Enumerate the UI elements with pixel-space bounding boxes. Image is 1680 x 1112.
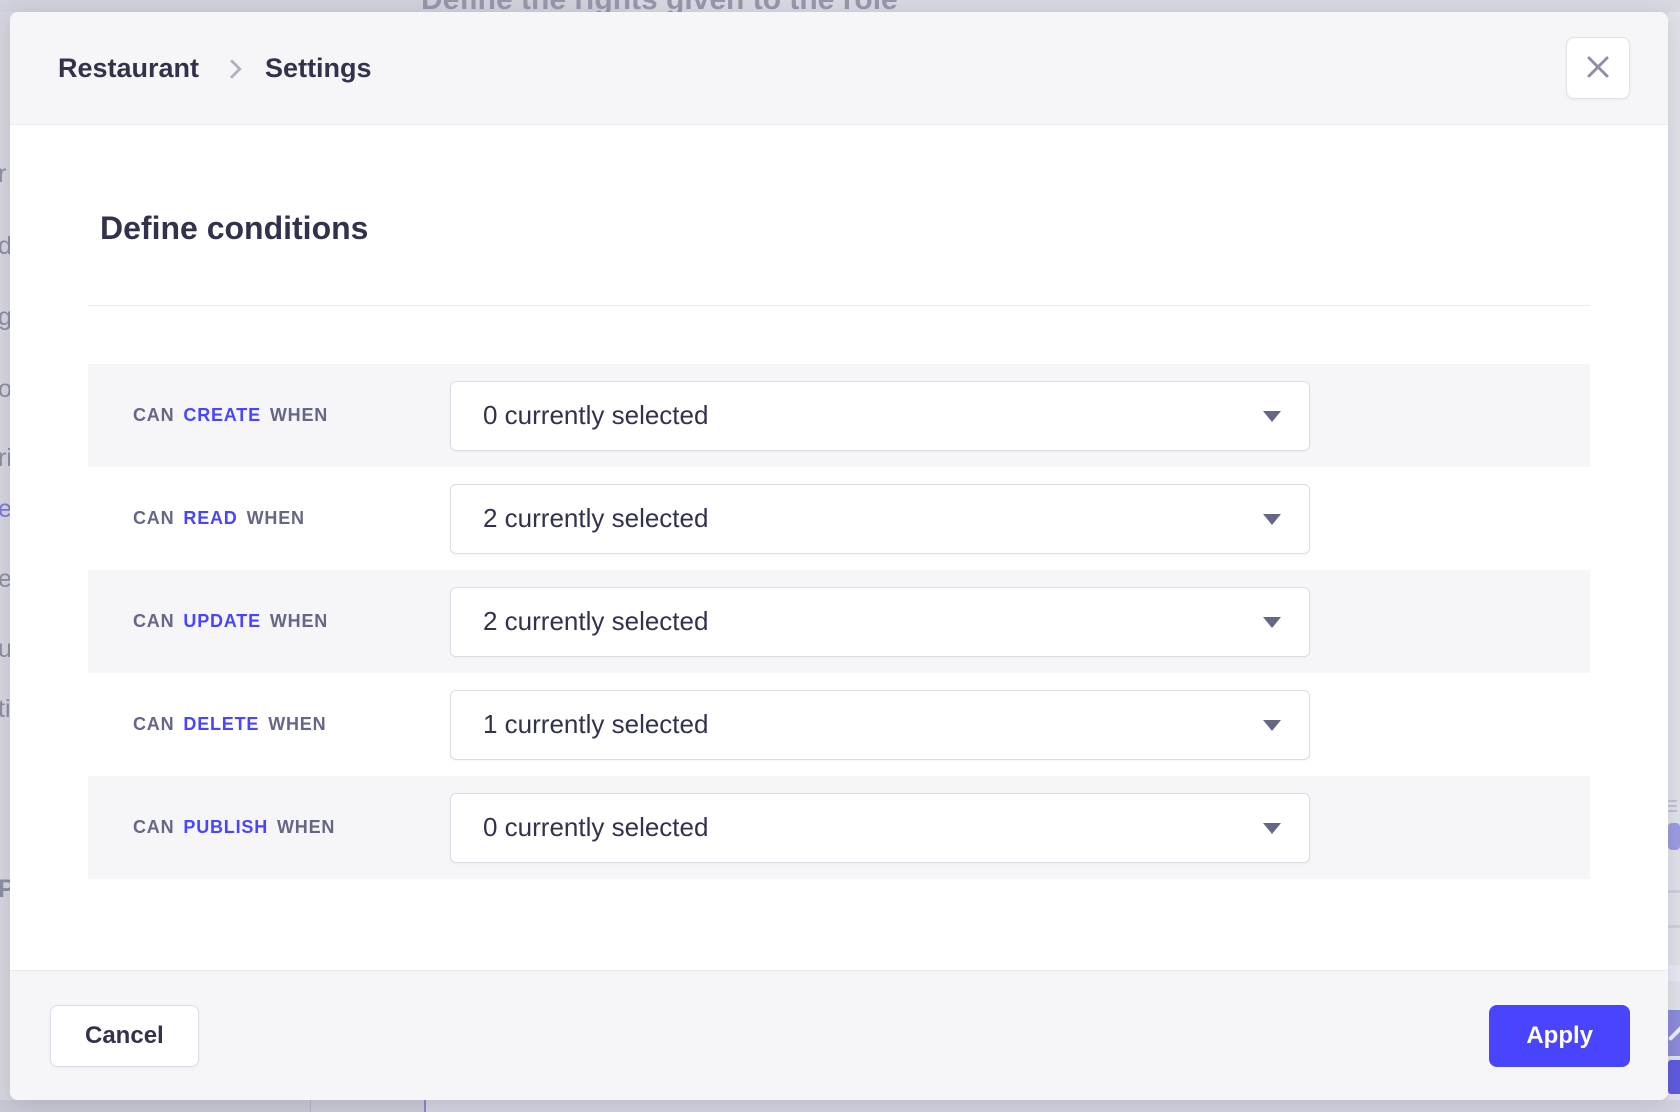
apply-button[interactable]: Apply	[1489, 1005, 1630, 1067]
background-text-fragment: o	[0, 375, 10, 404]
breadcrumb-current: Settings	[265, 53, 372, 84]
condition-row-create: CAN CREATE WHEN 0 currently selected	[88, 364, 1590, 467]
cancel-button[interactable]: Cancel	[50, 1005, 199, 1067]
chevron-down-icon	[1263, 720, 1281, 731]
background-text-fragment: g	[0, 303, 10, 332]
background-text-fragment: e	[0, 495, 10, 524]
chevron-down-icon	[1263, 514, 1281, 525]
dialog-title: Define conditions	[100, 210, 1590, 247]
condition-label: CAN CREATE WHEN	[88, 405, 450, 426]
condition-label: CAN PUBLISH WHEN	[88, 817, 450, 838]
chevron-down-icon	[1263, 617, 1281, 628]
background-text-fragment: ri	[0, 444, 10, 473]
background-text-fragment: P	[0, 875, 10, 904]
modal-body: Define conditions CAN CREATE WHEN 0 curr…	[10, 125, 1668, 970]
background-right-sliver	[1668, 12, 1680, 1100]
modal-footer: Cancel Apply	[10, 970, 1668, 1100]
background-divider-fragment	[1668, 925, 1680, 928]
title-divider	[88, 305, 1590, 306]
condition-row-read: CAN READ WHEN 2 currently selected	[88, 467, 1590, 570]
chevron-down-icon	[1263, 823, 1281, 834]
condition-row-update: CAN UPDATE WHEN 2 currently selected	[88, 570, 1590, 673]
close-icon	[1585, 54, 1611, 83]
background-page-header: Define the rights given to the role	[0, 0, 1680, 12]
pencil-icon	[1668, 1010, 1680, 1056]
background-divider-fragment	[1668, 890, 1680, 893]
condition-select-create[interactable]: 0 currently selected	[450, 381, 1310, 451]
condition-row-delete: CAN DELETE WHEN 1 currently selected	[88, 673, 1590, 776]
condition-label: CAN UPDATE WHEN	[88, 611, 450, 632]
background-toggle-fragment	[1668, 823, 1680, 850]
background-bottom-strip	[0, 1100, 1680, 1112]
background-text-fragment: d	[0, 232, 10, 261]
breadcrumb-root: Restaurant	[58, 53, 199, 84]
condition-row-publish: CAN PUBLISH WHEN 0 currently selected	[88, 776, 1590, 879]
condition-select-update[interactable]: 2 currently selected	[450, 587, 1310, 657]
background-card-fragment	[1668, 965, 1680, 981]
close-button[interactable]	[1566, 37, 1630, 99]
background-table-segment	[0, 1100, 310, 1112]
background-text-lines	[1668, 800, 1680, 812]
background-text-fragment: r	[0, 160, 6, 189]
background-text-fragment: u	[0, 635, 10, 664]
modal-header: Restaurant Settings	[10, 12, 1668, 125]
background-table-segment	[426, 1100, 1680, 1112]
background-page-heading-text: Define the rights given to the role	[421, 0, 898, 12]
background-text-fragment: er	[0, 565, 10, 594]
chevron-down-icon	[1263, 411, 1281, 422]
background-button-fragment	[1668, 1060, 1680, 1094]
condition-select-publish[interactable]: 0 currently selected	[450, 793, 1310, 863]
breadcrumb: Restaurant Settings	[58, 53, 372, 84]
condition-label: CAN DELETE WHEN	[88, 714, 450, 735]
background-text-fragment: ti	[0, 695, 10, 724]
condition-select-read[interactable]: 2 currently selected	[450, 484, 1310, 554]
condition-select-delete[interactable]: 1 currently selected	[450, 690, 1310, 760]
condition-label: CAN READ WHEN	[88, 508, 450, 529]
background-table-segment	[311, 1100, 424, 1112]
define-conditions-modal: Restaurant Settings Define conditions CA…	[10, 12, 1668, 1100]
background-left-sliver: r d g o ri e er u ti P	[0, 12, 10, 1100]
chevron-right-icon	[222, 59, 242, 79]
conditions-list: CAN CREATE WHEN 0 currently selected CAN…	[88, 364, 1590, 879]
